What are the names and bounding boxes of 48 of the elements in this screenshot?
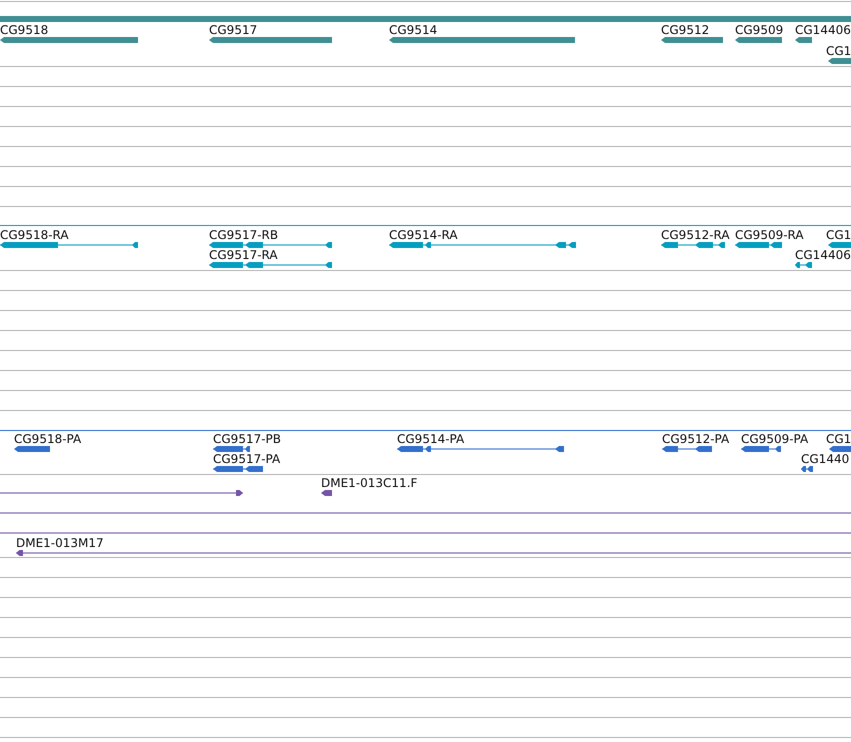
feature-label: CG9512	[661, 23, 710, 37]
feature-glyph[interactable]	[389, 242, 576, 248]
feature-label: CG9517-RB	[209, 228, 278, 242]
feature-label: CG9517	[209, 23, 258, 37]
feature-glyph[interactable]	[14, 446, 50, 452]
feature-label: DME1-013C11.F	[321, 476, 418, 490]
feature-label: CG9512-PA	[662, 432, 730, 446]
feature-glyph[interactable]	[828, 242, 851, 248]
feature-label: CG9514-PA	[397, 432, 464, 446]
feature-glyph[interactable]	[209, 242, 332, 248]
feature-label: CG9517-PB	[213, 432, 282, 446]
feature-label: DME1-013M17	[16, 536, 104, 550]
feature-glyph[interactable]	[16, 550, 851, 556]
feature-glyph[interactable]	[735, 37, 782, 43]
feature-glyph[interactable]	[795, 37, 812, 43]
feature-glyph[interactable]	[828, 58, 851, 64]
feature-glyph[interactable]	[321, 490, 332, 496]
feature-glyph[interactable]	[0, 242, 138, 248]
feature-label: CG1	[826, 44, 851, 58]
feature-glyph[interactable]	[662, 446, 712, 452]
feature-glyph[interactable]	[213, 466, 263, 472]
feature-label: CG9509-RA	[735, 228, 804, 242]
feature-label: CG14406	[795, 23, 851, 37]
feature-glyph[interactable]	[209, 262, 332, 268]
feature-label: CG14406	[795, 248, 851, 262]
feature-label: CG9518-RA	[0, 228, 69, 242]
feature-glyph[interactable]	[741, 446, 781, 452]
feature-glyph[interactable]	[735, 242, 782, 248]
feature-label: CG9509-PA	[741, 432, 808, 446]
feature-glyph[interactable]	[829, 446, 851, 452]
feature-label: CG9518	[0, 23, 48, 37]
feature-glyph[interactable]	[397, 446, 564, 452]
feature-label: CG9514-RA	[389, 228, 458, 242]
feature-label: CG9512-RA	[661, 228, 730, 242]
feature-label: CG9517-PA	[213, 452, 280, 466]
feature-glyph[interactable]	[661, 242, 725, 248]
feature-glyph[interactable]	[213, 446, 250, 452]
feature-glyph[interactable]	[0, 490, 243, 496]
feature-label: CG1440	[801, 452, 850, 466]
feature-label: CG9518-PA	[14, 432, 82, 446]
feature-label: CG9517-RA	[209, 248, 278, 262]
feature-label: CG9514	[389, 23, 438, 37]
feature-label: CG9509	[735, 23, 784, 37]
feature-glyph[interactable]	[795, 262, 812, 268]
feature-label: CG1	[826, 228, 851, 242]
feature-glyph[interactable]	[661, 37, 723, 43]
feature-label: CG1	[826, 432, 851, 446]
feature-glyph[interactable]	[801, 466, 813, 472]
